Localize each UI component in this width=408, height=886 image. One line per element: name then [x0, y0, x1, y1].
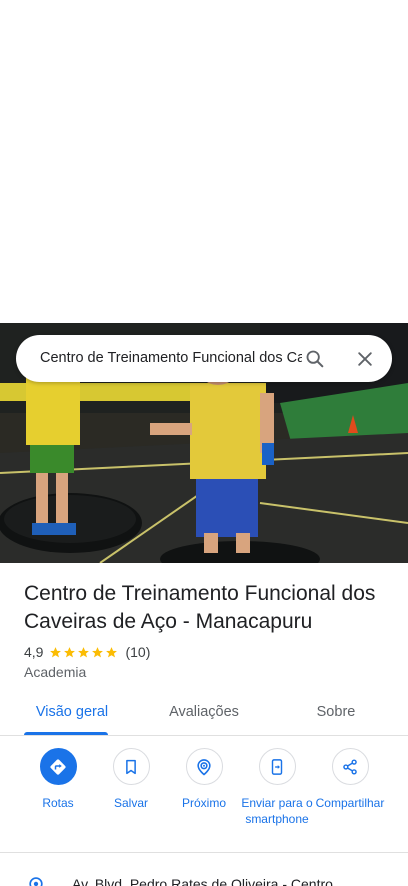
directions-button-circle[interactable] [39, 748, 77, 785]
directions-label: Rotas [42, 796, 74, 810]
address-text: Av. Blvd. Pedro Rates de Oliveira - Cent… [72, 876, 333, 886]
action-buttons: Rotas Salvar Próximo Enviar para o smart… [0, 748, 408, 848]
star-icon [78, 646, 90, 657]
send-to-phone-label: Enviar para o smartphone [241, 796, 313, 826]
send-to-phone-icon [271, 758, 283, 775]
star-icon [64, 646, 76, 657]
nearby-label: Próximo [181, 796, 226, 810]
send-to-phone-button-circle[interactable] [258, 748, 296, 785]
location-pin-icon [29, 877, 43, 886]
tab-bar: Visão geral Avaliações Sobre [0, 692, 408, 736]
bookmark-icon [126, 759, 136, 774]
search-icon [306, 350, 324, 368]
search-input[interactable]: Centro de Treinamento Funcional dos Cave… [40, 335, 302, 382]
section-divider [0, 852, 408, 853]
directions-button[interactable]: Rotas [18, 748, 98, 811]
place-category[interactable]: Academia [24, 664, 86, 680]
rating-stars [49, 646, 119, 659]
share-button-circle[interactable] [331, 748, 369, 785]
tab-reviews[interactable]: Avaliações [156, 692, 252, 736]
search-button[interactable] [302, 346, 328, 372]
nearby-button[interactable]: Próximo [164, 748, 244, 811]
address-row[interactable]: Av. Blvd. Pedro Rates de Oliveira - Cent… [0, 868, 408, 886]
share-label: Compartilhar [315, 796, 385, 810]
close-icon [358, 352, 372, 366]
nearby-icon [197, 758, 211, 776]
active-tab-indicator [24, 732, 108, 735]
directions-icon [50, 758, 66, 775]
search-bar[interactable]: Centro de Treinamento Funcional dos Cave… [16, 335, 392, 382]
save-button[interactable]: Salvar [91, 748, 171, 811]
star-icon [92, 646, 104, 657]
review-count[interactable]: (10) [125, 644, 150, 660]
rating-row[interactable]: 4,9 (10) [24, 643, 150, 661]
clear-search-button[interactable] [352, 346, 378, 372]
rating-value: 4,9 [24, 644, 44, 660]
send-to-phone-button[interactable]: Enviar para o smartphone [237, 748, 317, 827]
tab-about[interactable]: Sobre [296, 692, 376, 736]
nearby-button-circle[interactable] [185, 748, 223, 785]
star-icon [106, 646, 118, 657]
save-button-circle[interactable] [112, 748, 150, 785]
place-title: Centro de Treinamento Funcional dos Cave… [24, 582, 376, 633]
share-button[interactable]: Compartilhar [310, 748, 390, 811]
star-icon [50, 646, 62, 657]
map-blank-area [0, 0, 408, 323]
save-label: Salvar [113, 796, 148, 810]
tab-overview[interactable]: Visão geral [24, 692, 120, 736]
share-icon [343, 758, 357, 775]
